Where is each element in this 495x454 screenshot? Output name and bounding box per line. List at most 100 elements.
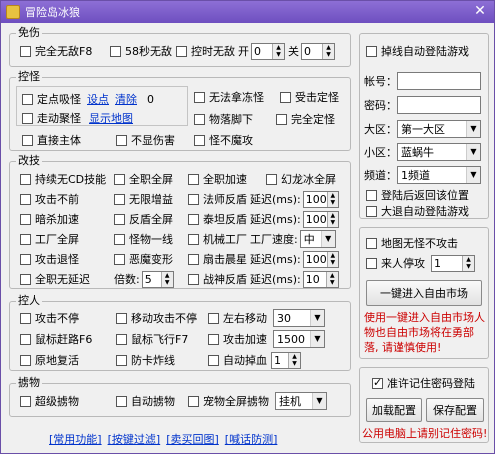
invincible-58-checkbox[interactable] bbox=[110, 45, 121, 57]
spin-up-icon[interactable]: ▲ bbox=[273, 43, 284, 51]
no-attack-map-checkbox[interactable] bbox=[366, 237, 377, 249]
no-freeze-checkbox[interactable] bbox=[194, 91, 205, 103]
skill-checkbox[interactable] bbox=[188, 213, 199, 225]
account-input[interactable] bbox=[397, 72, 481, 90]
spin-up-icon[interactable]: ▲ bbox=[289, 352, 300, 360]
auto-relogin-checkbox[interactable] bbox=[366, 45, 377, 57]
skill-checkbox[interactable] bbox=[188, 253, 199, 265]
skill-checkbox[interactable] bbox=[188, 193, 199, 205]
delay-spinner[interactable]: 100 ▲ ▼ bbox=[302, 210, 339, 228]
super-loot-checkbox[interactable] bbox=[20, 395, 31, 407]
skill-checkbox[interactable] bbox=[114, 213, 125, 225]
spin-down-icon[interactable]: ▼ bbox=[326, 279, 338, 287]
attack-speed-checkbox[interactable] bbox=[208, 333, 219, 345]
subregion-select[interactable]: 蓝蜗牛 ▼ bbox=[397, 143, 481, 161]
skill-checkbox[interactable] bbox=[188, 173, 199, 185]
timed-invincible-checkbox[interactable] bbox=[176, 45, 187, 57]
revive-checkbox[interactable] bbox=[20, 354, 31, 366]
market-warning: 使用一键进入自由市场人物也自由市场将在勇部落, 请谨慎使用! bbox=[364, 311, 485, 354]
fixed-suck-checkbox[interactable] bbox=[22, 93, 33, 105]
full-freeze-checkbox[interactable] bbox=[276, 113, 287, 125]
lr-move-value: 30 bbox=[277, 311, 291, 325]
link-key-filter[interactable]: [按键过滤] bbox=[108, 431, 161, 447]
skill-checkbox[interactable] bbox=[20, 273, 31, 285]
skill-checkbox[interactable] bbox=[188, 233, 199, 245]
drop-under-checkbox[interactable] bbox=[194, 113, 205, 125]
no-attack-checkbox[interactable] bbox=[194, 134, 205, 146]
delay-spinner[interactable]: 10 ▲ ▼ bbox=[302, 270, 339, 288]
skill-checkbox[interactable] bbox=[20, 213, 31, 225]
pet-loot-checkbox[interactable] bbox=[188, 395, 199, 407]
skill-checkbox[interactable] bbox=[114, 233, 125, 245]
anti-jam-checkbox[interactable] bbox=[116, 354, 127, 366]
spin-down-icon[interactable]: ▼ bbox=[323, 51, 334, 59]
skill-checkbox[interactable] bbox=[20, 233, 31, 245]
move-attack-checkbox[interactable] bbox=[116, 312, 127, 324]
attack-no-stop-checkbox[interactable] bbox=[20, 312, 31, 324]
spin-up-icon[interactable]: ▲ bbox=[161, 271, 173, 279]
mouse-chase-checkbox[interactable] bbox=[20, 333, 31, 345]
skill-checkbox[interactable] bbox=[20, 253, 31, 265]
link-shout[interactable]: [喊话防测] bbox=[225, 431, 278, 447]
spin-up-icon[interactable]: ▲ bbox=[323, 43, 334, 51]
spin-down-icon[interactable]: ▼ bbox=[327, 219, 338, 227]
auto-loot-checkbox[interactable] bbox=[116, 395, 127, 407]
delay-spinner[interactable]: 100 ▲ ▼ bbox=[302, 190, 339, 208]
set-point-link[interactable]: 设点 bbox=[87, 91, 109, 107]
loot-mode-select[interactable]: 挂机 ▼ bbox=[275, 392, 327, 410]
save-config-button[interactable]: 保存配置 bbox=[426, 398, 484, 422]
spin-down-icon[interactable]: ▼ bbox=[289, 360, 300, 368]
delay-spinner[interactable]: 100 ▲ ▼ bbox=[302, 250, 339, 268]
hit-freeze-checkbox[interactable] bbox=[280, 91, 291, 103]
spin-down-icon[interactable]: ▼ bbox=[273, 51, 284, 59]
skill-checkbox[interactable] bbox=[114, 193, 125, 205]
public-pc-warning: 公用电脑上请别记住密码! bbox=[362, 427, 488, 440]
pet-loot-label: 宠物全屏掳物 bbox=[203, 395, 269, 408]
lr-move-select[interactable]: 30 ▼ bbox=[273, 309, 325, 327]
attack-speed-label: 攻击加速 bbox=[223, 333, 267, 346]
lr-move-checkbox[interactable] bbox=[208, 312, 219, 324]
enter-market-button[interactable]: 一键进入自由市场 bbox=[366, 280, 482, 306]
direct-body-checkbox[interactable] bbox=[22, 134, 33, 146]
load-config-button[interactable]: 加载配置 bbox=[366, 398, 422, 422]
spin-down-icon[interactable]: ▼ bbox=[327, 199, 338, 207]
close-button[interactable]: ✕ bbox=[470, 3, 490, 20]
remember-password-checkbox[interactable] bbox=[372, 376, 383, 389]
channel-select[interactable]: 1频道 ▼ bbox=[397, 166, 481, 184]
player-stop-spinner[interactable]: 1 ▲ ▼ bbox=[431, 254, 475, 272]
skill-checkbox[interactable] bbox=[114, 253, 125, 265]
auto-relogin-big-checkbox[interactable] bbox=[366, 205, 377, 217]
no-show-damage-checkbox[interactable] bbox=[116, 134, 127, 146]
skill-checkbox[interactable] bbox=[266, 173, 277, 185]
full-invincible-checkbox[interactable] bbox=[20, 45, 31, 57]
skill-checkbox[interactable] bbox=[114, 173, 125, 185]
spin-up-icon[interactable]: ▲ bbox=[326, 271, 338, 279]
close-spinner[interactable]: 0 ▲ ▼ bbox=[301, 42, 335, 60]
multiplier-spinner[interactable]: 5 ▲ ▼ bbox=[141, 270, 174, 288]
clear-link[interactable]: 清除 bbox=[115, 91, 137, 107]
spin-up-icon[interactable]: ▲ bbox=[463, 255, 474, 263]
auto-blood-spinner[interactable]: 1 ▲ ▼ bbox=[271, 351, 301, 369]
link-common-functions[interactable]: [常用功能] bbox=[49, 431, 102, 447]
spin-down-icon[interactable]: ▼ bbox=[327, 259, 338, 267]
spin-down-icon[interactable]: ▼ bbox=[161, 279, 173, 287]
player-stop-checkbox[interactable] bbox=[366, 257, 377, 269]
mouse-fly-checkbox[interactable] bbox=[116, 333, 127, 345]
link-sell-buy[interactable]: [卖买回图] bbox=[166, 431, 219, 447]
spin-up-icon[interactable]: ▲ bbox=[327, 211, 338, 219]
skill-checkbox[interactable] bbox=[188, 273, 199, 285]
spin-up-icon[interactable]: ▲ bbox=[327, 251, 338, 259]
back-to-spot-checkbox[interactable] bbox=[366, 189, 377, 201]
show-map-link[interactable]: 显示地图 bbox=[89, 110, 133, 126]
spin-up-icon[interactable]: ▲ bbox=[327, 191, 338, 199]
region-select[interactable]: 第一大区 ▼ bbox=[397, 120, 481, 138]
spin-down-icon[interactable]: ▼ bbox=[463, 263, 474, 271]
walk-gather-checkbox[interactable] bbox=[22, 112, 33, 124]
attack-speed-select[interactable]: 1500 ▼ bbox=[273, 330, 325, 348]
open-spinner[interactable]: 0 ▲ ▼ bbox=[251, 42, 285, 60]
auto-blood-checkbox[interactable] bbox=[208, 354, 219, 366]
skill-checkbox[interactable] bbox=[20, 173, 31, 185]
skill-checkbox[interactable] bbox=[20, 193, 31, 205]
password-input[interactable] bbox=[397, 96, 481, 114]
factory-speed-select[interactable]: 中 ▼ bbox=[299, 230, 336, 248]
